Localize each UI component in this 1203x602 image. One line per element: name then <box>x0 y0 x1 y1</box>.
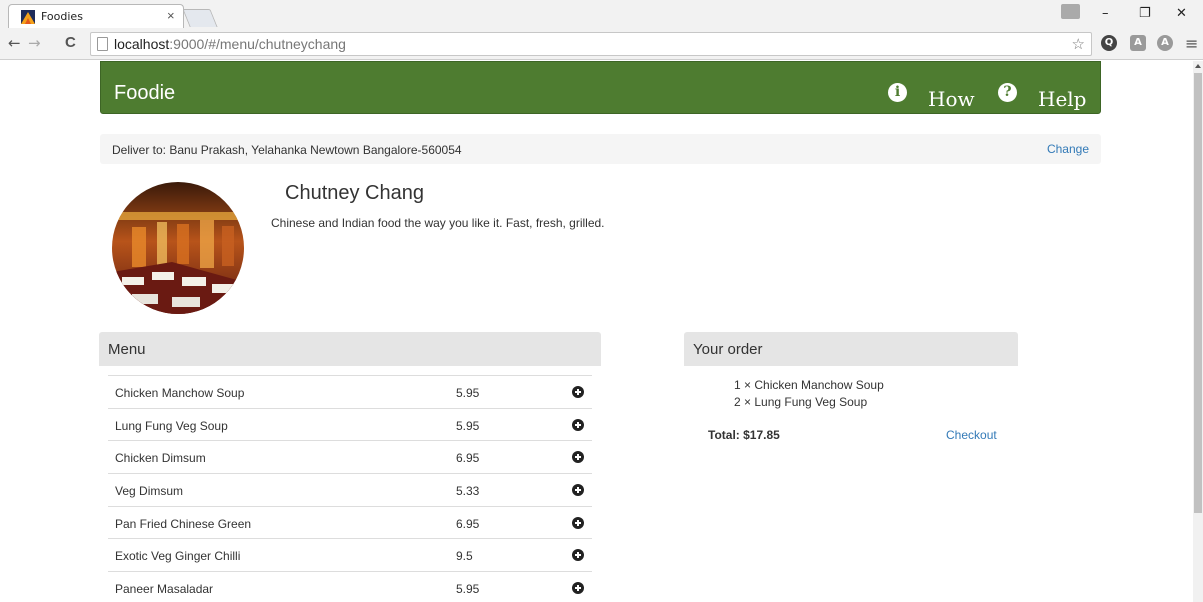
extension-icon[interactable]: A <box>1157 35 1173 51</box>
order-panel-heading: Your order <box>684 332 1018 366</box>
order-line-item: 1 × Chicken Manchow Soup <box>734 378 884 392</box>
add-item-icon[interactable] <box>572 386 584 398</box>
table-row: Paneer Masaladar 5.95 <box>108 571 592 602</box>
menu-item-name: Chicken Manchow Soup <box>115 386 245 400</box>
extension-icon[interactable]: A <box>1130 35 1146 51</box>
page-icon <box>97 37 108 51</box>
page-scrollbar[interactable] <box>1193 61 1203 602</box>
menu-title: Menu <box>108 341 146 358</box>
menu-item-price: 5.33 <box>456 484 480 499</box>
address-bar[interactable]: localhost:9000/#/menu/chutneychang ☆ <box>90 32 1092 56</box>
order-line-item: 2 × Lung Fung Veg Soup <box>734 395 868 409</box>
browser-tab[interactable]: Foodies × <box>8 4 184 28</box>
star-icon[interactable]: ☆ <box>1072 35 1085 53</box>
table-row: Exotic Veg Ginger Chilli 9.5 <box>108 538 592 571</box>
menu-item-name: Pan Fried Chinese Green <box>115 516 252 531</box>
nav-how-label: How <box>928 87 975 111</box>
menu-item-price: 5.95 <box>456 386 480 400</box>
url-path: :9000/#/menu/chutneychang <box>169 36 346 52</box>
reload-icon[interactable]: C <box>65 34 76 51</box>
change-address-link[interactable]: Change <box>1047 142 1089 156</box>
extension-icon[interactable]: Q <box>1101 35 1117 51</box>
menu-table: Chicken Manchow Soup 5.95 Lung Fung Veg … <box>108 375 592 602</box>
url-host: localhost <box>114 36 170 52</box>
browser-tabstrip: Foodies × – ❐ ✕ <box>0 0 1203 28</box>
menu-item-name: Chicken Dimsum <box>115 451 206 466</box>
menu-item-price: 6.95 <box>456 451 480 466</box>
table-row: Chicken Dimsum 6.95 <box>108 440 592 473</box>
nav-help-label: Help <box>1038 87 1087 111</box>
minimize-icon[interactable]: – <box>1102 6 1109 21</box>
restaurant-interior-image <box>112 182 244 314</box>
menu-item-name: Paneer Masaladar <box>115 582 214 597</box>
table-row: Chicken Manchow Soup 5.95 <box>108 375 592 408</box>
delivery-address: Deliver to: Banu Prakash, Yelahanka Newt… <box>112 143 462 157</box>
menu-item-price: 5.95 <box>456 418 480 433</box>
delivery-bar: Deliver to: Banu Prakash, Yelahanka Newt… <box>100 134 1101 164</box>
table-row: Lung Fung Veg Soup 5.95 <box>108 407 592 441</box>
restaurant-name: Chutney Chang <box>285 182 424 204</box>
restaurant-photo <box>112 182 244 314</box>
menu-panel-heading: Menu <box>99 332 601 366</box>
question-icon: ? <box>998 83 1017 102</box>
back-icon[interactable]: ← <box>8 34 21 52</box>
restore-icon[interactable]: ❐ <box>1139 6 1151 21</box>
add-item-icon[interactable] <box>572 549 584 562</box>
menu-item-name: Veg Dimsum <box>115 484 184 499</box>
add-item-icon[interactable] <box>572 582 584 595</box>
menu-icon[interactable]: ≡ <box>1185 34 1198 53</box>
table-row: Pan Fried Chinese Green 6.95 <box>108 505 592 539</box>
tab-title: Foodies <box>41 10 83 23</box>
close-window-icon[interactable]: ✕ <box>1176 6 1187 21</box>
url-text: localhost:9000/#/menu/chutneychang <box>114 36 346 52</box>
foodies-favicon-icon <box>21 10 35 24</box>
scroll-thumb[interactable] <box>1194 73 1202 513</box>
menu-item-name: Lung Fung Veg Soup <box>115 418 228 433</box>
add-item-icon[interactable] <box>572 516 584 529</box>
menu-item-price: 9.5 <box>456 549 473 564</box>
add-item-icon[interactable] <box>572 451 584 464</box>
restaurant-description: Chinese and Indian food the way you like… <box>271 216 605 230</box>
order-total: Total: $17.85 <box>708 428 780 442</box>
browser-toolbar: ← → C localhost:9000/#/menu/chutneychang… <box>0 28 1203 60</box>
menu-item-price: 6.95 <box>456 516 480 531</box>
info-icon: i <box>888 83 907 102</box>
order-items-list: 1 × Chicken Manchow Soup 2 × Lung Fung V… <box>734 377 884 411</box>
order-title: Your order <box>693 341 763 358</box>
brand-logo[interactable]: Foodie <box>114 82 175 105</box>
scroll-up-arrow-icon[interactable] <box>1195 64 1201 68</box>
tab-close-icon[interactable]: × <box>167 8 175 23</box>
add-item-icon[interactable] <box>572 418 584 431</box>
menu-item-name: Exotic Veg Ginger Chilli <box>115 549 241 564</box>
table-row: Veg Dimsum 5.33 <box>108 473 592 506</box>
checkout-link[interactable]: Checkout <box>946 428 997 442</box>
new-tab-button[interactable] <box>182 9 218 27</box>
app-navbar: Foodie i How ? Help <box>100 61 1101 114</box>
add-item-icon[interactable] <box>572 484 584 497</box>
forward-icon[interactable]: → <box>28 34 41 52</box>
menu-item-price: 5.95 <box>456 582 480 597</box>
profile-icon[interactable] <box>1061 4 1080 19</box>
